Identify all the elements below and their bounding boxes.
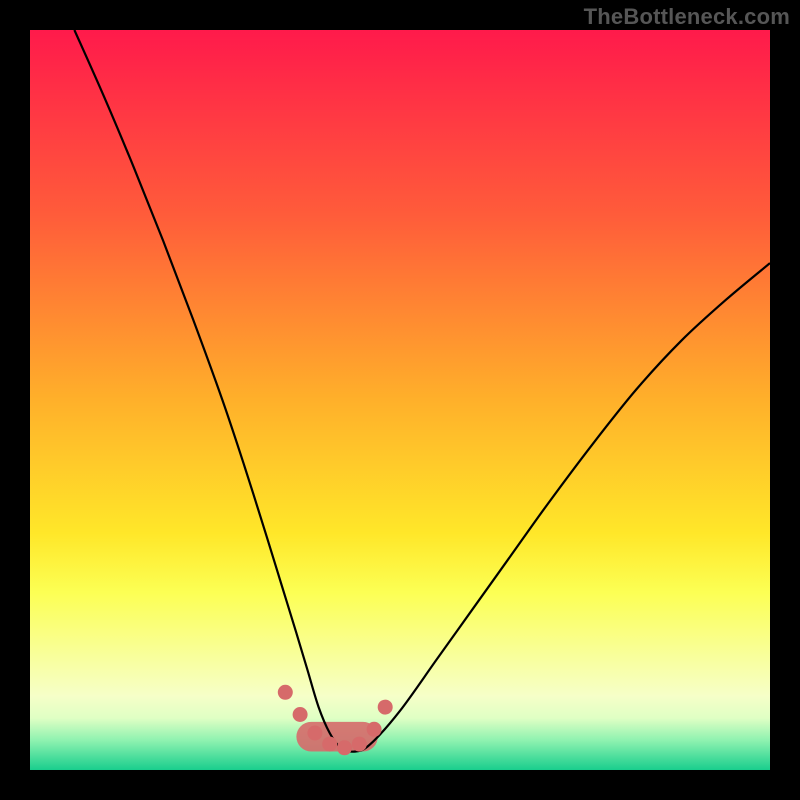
bottleneck-chart [30, 30, 770, 770]
watermark-text: TheBottleneck.com [584, 4, 790, 30]
plot-area [30, 30, 770, 770]
chart-frame: TheBottleneck.com [0, 0, 800, 800]
gradient-background [30, 30, 770, 770]
